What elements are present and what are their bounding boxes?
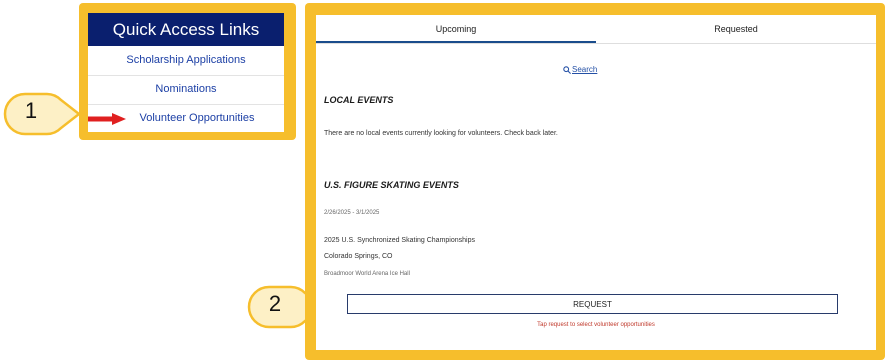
red-arrow-icon (88, 113, 126, 125)
link-scholarship-applications[interactable]: Scholarship Applications (88, 46, 284, 76)
callout-2: 2 (247, 285, 326, 329)
quick-access-panel: Quick Access Links Scholarship Applicati… (88, 13, 284, 132)
search-link[interactable]: Search (572, 65, 597, 74)
local-events-message: There are no local events currently look… (324, 130, 558, 137)
tab-bar: Upcoming Requested (316, 15, 876, 44)
event-location: Colorado Springs, CO (324, 253, 393, 260)
usfs-events-heading: U.S. FIGURE SKATING EVENTS (324, 180, 459, 190)
tab-upcoming[interactable]: Upcoming (316, 15, 596, 43)
tab-requested[interactable]: Requested (596, 15, 876, 43)
event-name: 2025 U.S. Synchronized Skating Champions… (324, 237, 475, 244)
callout-number: 1 (24, 98, 38, 123)
link-volunteer-opportunities[interactable]: Volunteer Opportunities (88, 104, 284, 133)
link-nominations[interactable]: Nominations (88, 75, 284, 105)
callout-number: 2 (268, 291, 282, 316)
event-dates: 2/26/2025 - 3/1/2025 (324, 210, 380, 216)
quick-access-title: Quick Access Links (88, 13, 284, 46)
event-venue: Broadmoor World Arena Ice Hall (324, 271, 410, 277)
local-events-heading: LOCAL EVENTS (324, 95, 394, 105)
volunteer-events-panel: Upcoming Requested Search LOCAL EVENTS T… (316, 15, 876, 350)
request-button[interactable]: REQUEST (347, 294, 838, 314)
request-hint: Tap request to select volunteer opportun… (537, 322, 655, 328)
search-icon (563, 66, 571, 74)
volunteer-opportunities-label: Volunteer Opportunities (139, 112, 255, 124)
callout-1: 1 (3, 92, 82, 136)
callout-bubble-icon (3, 92, 82, 136)
